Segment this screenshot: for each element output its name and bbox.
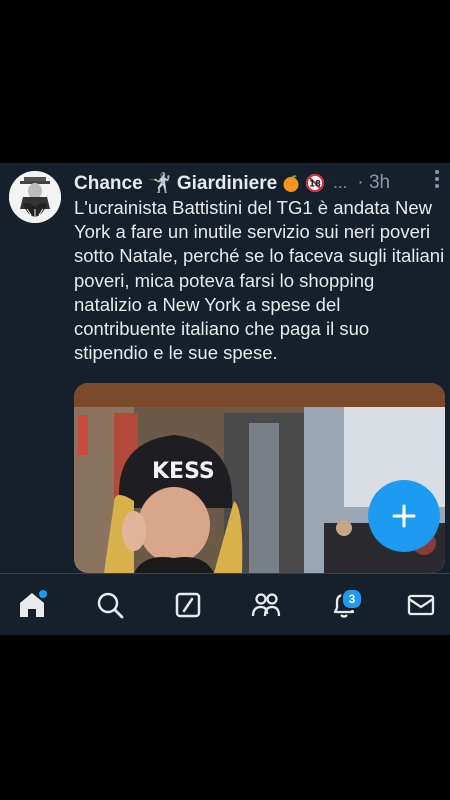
grok-icon	[175, 592, 201, 618]
compose-fab[interactable]	[368, 480, 440, 552]
home-unread-dot	[39, 590, 47, 598]
communities-icon	[251, 593, 281, 617]
nav-search[interactable]	[87, 582, 133, 628]
tweet-header: Chance 🤺 Giardiniere 18 ... · 3h	[74, 169, 440, 197]
orange-emoji	[283, 175, 299, 192]
avatar[interactable]	[9, 171, 61, 223]
nav-communities[interactable]	[243, 582, 289, 628]
svg-text:18: 18	[309, 180, 321, 190]
display-name[interactable]: Chance 🤺 Giardiniere	[74, 171, 277, 195]
twitter-timeline-screen: Chance 🤺 Giardiniere 18 ... · 3h L'ucrai…	[0, 163, 450, 635]
over-18-emoji: 18	[306, 174, 325, 192]
more-options-icon[interactable]	[430, 167, 444, 189]
tweet-text: L'ucrainista Battistini del TG1 è andata…	[74, 197, 445, 364]
nav-grok[interactable]	[165, 582, 211, 628]
nav-home[interactable]	[9, 582, 55, 628]
notification-badge: 3	[341, 588, 363, 610]
search-icon	[97, 592, 124, 619]
name-overflow: ...	[333, 173, 348, 192]
letterbox-bottom	[0, 635, 450, 800]
timestamp[interactable]: · 3h	[357, 172, 390, 194]
letterbox-top	[0, 0, 450, 163]
helmet-text: KESS	[152, 459, 215, 484]
plus-icon	[392, 504, 416, 528]
nav-messages[interactable]	[398, 582, 444, 628]
bottom-nav: 3	[0, 573, 450, 635]
mail-icon	[407, 594, 435, 616]
